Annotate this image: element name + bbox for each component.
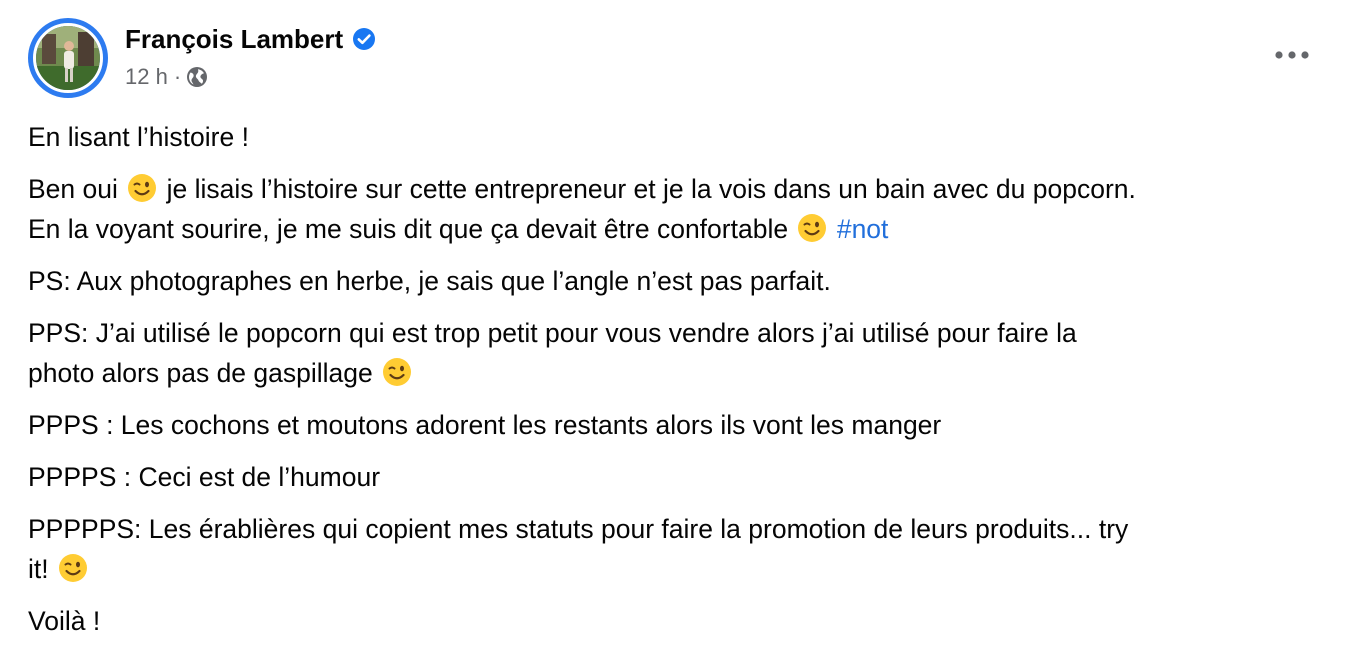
post-meta: François Lambert 12 h ·: [125, 18, 376, 94]
post-paragraph: Ben oui je lisais l’histoire sur cette e…: [28, 169, 1318, 249]
post-text: PPS: J’ai utilisé le popcorn qui est tro…: [28, 318, 1077, 348]
post-text: je lisais l’histoire sur cette entrepren…: [159, 174, 1136, 204]
meta-separator: ·: [173, 64, 182, 89]
post-text: En la voyant sourire, je me suis dit que…: [28, 214, 796, 244]
winking-face-emoji: [383, 358, 412, 386]
post-paragraph: PPS: J’ai utilisé le popcorn qui est tro…: [28, 313, 1318, 393]
post-text: Ben oui: [28, 174, 126, 204]
name-row: François Lambert: [125, 18, 376, 60]
post-paragraph: PPPPS : Ceci est de l’humour: [28, 462, 381, 492]
post-body: En lisant l’histoire ! Ben oui je lisais…: [28, 117, 1318, 653]
post-subtitle: 12 h ·: [125, 60, 376, 94]
post-header: François Lambert 12 h ·: [28, 18, 376, 104]
verified-badge-icon: [352, 27, 376, 51]
post-paragraph: Voilà !: [28, 606, 101, 636]
avatar-photo: [33, 23, 103, 93]
post-text: PPPPPS: Les érablières qui copient mes s…: [28, 514, 1129, 544]
author-name[interactable]: François Lambert: [125, 24, 343, 55]
facebook-post: François Lambert 12 h · En lisant l’hist…: [0, 0, 1356, 660]
globe-icon[interactable]: [186, 66, 208, 88]
post-paragraph: PPPPPS: Les érablières qui copient mes s…: [28, 509, 1318, 589]
winking-face-emoji: [58, 554, 87, 582]
post-paragraph: PPPS : Les cochons et moutons adorent le…: [28, 410, 942, 440]
post-paragraph: En lisant l’histoire !: [28, 122, 249, 152]
winking-face-emoji: [798, 214, 827, 242]
winking-face-emoji: [128, 174, 157, 202]
more-options-icon[interactable]: [1272, 40, 1312, 70]
post-text: photo alors pas de gaspillage: [28, 358, 381, 388]
post-text: it!: [28, 554, 56, 584]
hashtag-link[interactable]: #not: [837, 214, 889, 244]
author-avatar[interactable]: [28, 18, 108, 98]
post-paragraph: PS: Aux photographes en herbe, je sais q…: [28, 266, 831, 296]
post-timestamp[interactable]: 12 h: [125, 64, 168, 90]
